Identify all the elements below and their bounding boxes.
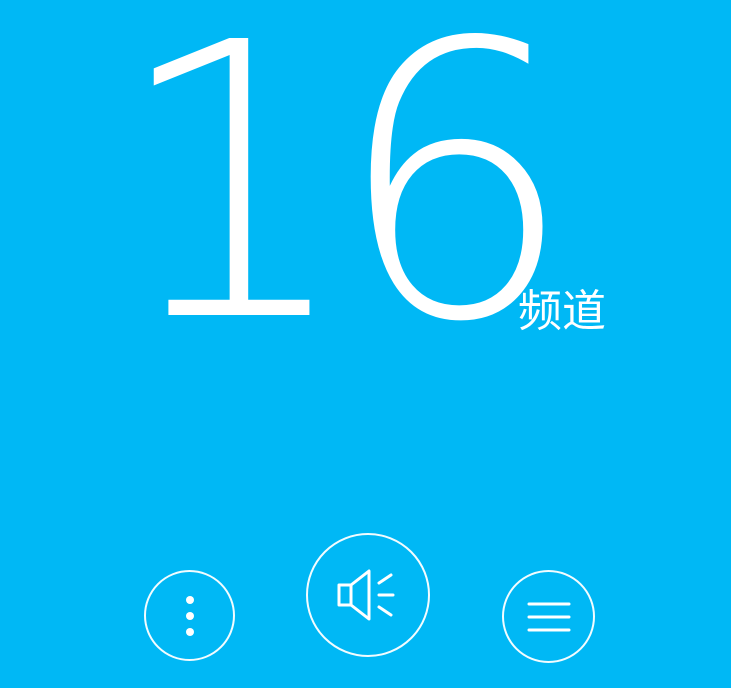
volume-button[interactable]: [306, 533, 430, 657]
speaker-icon: [333, 565, 403, 625]
menu-lines-icon: [527, 600, 571, 634]
more-vertical-icon: [184, 594, 196, 638]
menu-button[interactable]: [502, 570, 595, 663]
channel-unit-label: 频道: [518, 286, 606, 337]
channel-number: 16: [112, 0, 576, 405]
more-options-button[interactable]: [144, 570, 235, 661]
tv-remote-screen: 16 频道: [0, 0, 731, 688]
